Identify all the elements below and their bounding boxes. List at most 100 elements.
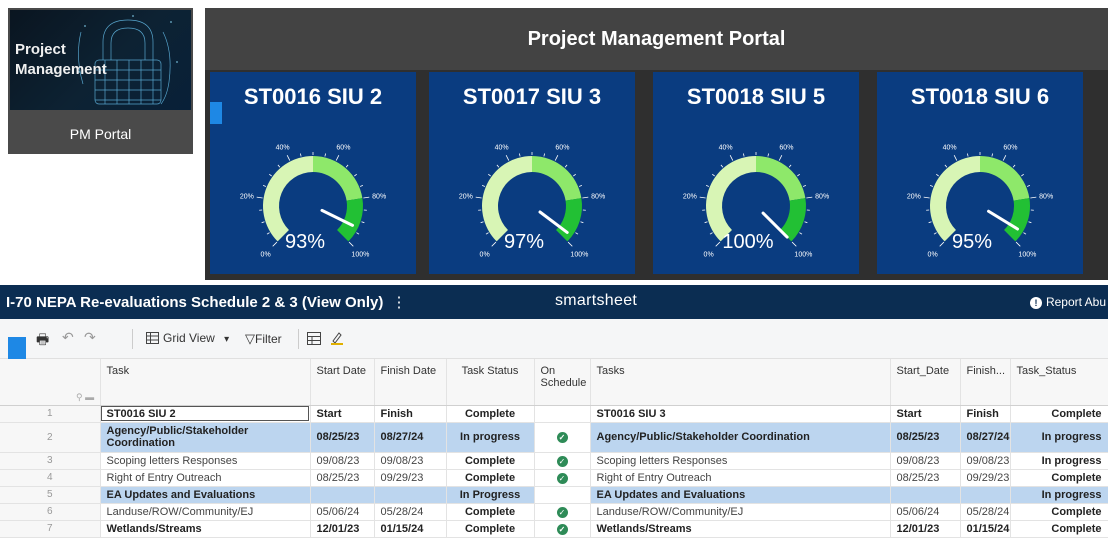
- start-date-cell[interactable]: 08/25/23: [310, 469, 375, 487]
- tasks-cell[interactable]: ST0016 SIU 3: [590, 405, 891, 423]
- pm-portal-label[interactable]: PM Portal: [8, 126, 193, 142]
- table-row[interactable]: 7 Wetlands/Streams 12/01/23 01/15/24 Complet…: [0, 520, 1108, 538]
- start-date-2-cell[interactable]: [890, 486, 961, 504]
- finish-date-cell[interactable]: 08/27/24: [374, 422, 447, 453]
- task-status-cell[interactable]: Complete: [446, 503, 535, 521]
- finish-date-cell[interactable]: 01/15/24: [374, 520, 447, 538]
- highlight-pencil-icon[interactable]: [330, 331, 344, 345]
- task-status-2-cell[interactable]: Complete: [1010, 520, 1108, 538]
- finish-date-cell[interactable]: [374, 486, 447, 504]
- task-status-cell[interactable]: Complete: [446, 405, 535, 423]
- on-schedule-cell[interactable]: ✓: [534, 503, 591, 521]
- tasks-cell[interactable]: Agency/Public/Stakeholder Coordination: [590, 422, 891, 453]
- sheet-title[interactable]: I-70 NEPA Re-evaluations Schedule 2 & 3 …: [6, 293, 407, 311]
- on-schedule-cell[interactable]: [534, 486, 591, 504]
- task-cell[interactable]: Agency/Public/Stakeholder Coordination: [100, 422, 311, 453]
- finish-date-2-cell[interactable]: 08/27/24: [960, 422, 1011, 453]
- finish-date-2-cell[interactable]: 09/29/23: [960, 469, 1011, 487]
- grid-view-dropdown[interactable]: Grid View ▾: [146, 331, 229, 345]
- task-status-2-cell[interactable]: In progress: [1010, 452, 1108, 470]
- tasks-cell[interactable]: Scoping letters Responses: [590, 452, 891, 470]
- column-header[interactable]: Finish...: [960, 359, 1011, 406]
- gauge-tile[interactable]: ST0018 SIU 6 0% 20% 40% 60% 80% 100% 95%: [877, 72, 1083, 274]
- on-schedule-cell[interactable]: ✓: [534, 520, 591, 538]
- task-cell[interactable]: EA Updates and Evaluations: [100, 486, 311, 504]
- finish-date-2-cell[interactable]: Finish: [960, 405, 1011, 423]
- finish-date-2-cell[interactable]: [960, 486, 1011, 504]
- on-schedule-cell[interactable]: ✓: [534, 469, 591, 487]
- task-cell[interactable]: Scoping letters Responses: [100, 452, 311, 470]
- side-panel-tab[interactable]: [8, 337, 26, 359]
- start-date-2-cell[interactable]: 09/08/23: [890, 452, 961, 470]
- start-date-cell[interactable]: 09/08/23: [310, 452, 375, 470]
- task-status-2-cell[interactable]: In progress: [1010, 486, 1108, 504]
- row-number[interactable]: 6: [0, 503, 101, 521]
- task-status-2-cell[interactable]: Complete: [1010, 405, 1108, 423]
- row-number[interactable]: 3: [0, 452, 101, 470]
- start-date-2-cell[interactable]: 08/25/23: [890, 469, 961, 487]
- row-number[interactable]: 5: [0, 486, 101, 504]
- column-header[interactable]: Finish Date: [374, 359, 447, 406]
- row-number[interactable]: 1: [0, 405, 101, 423]
- task-status-2-cell[interactable]: In progress: [1010, 422, 1108, 453]
- task-status-cell[interactable]: In Progress: [446, 486, 535, 504]
- start-date-2-cell[interactable]: 08/25/23: [890, 422, 961, 453]
- gauge-tile[interactable]: ST0017 SIU 3 0% 20% 40% 60% 80% 100% 97%: [429, 72, 635, 274]
- column-header[interactable]: Tasks: [590, 359, 891, 406]
- task-status-cell[interactable]: Complete: [446, 452, 535, 470]
- row-number[interactable]: 2: [0, 422, 101, 453]
- kebab-menu-icon[interactable]: ⋮: [392, 294, 407, 311]
- gauge-tile[interactable]: ST0018 SIU 5 0% 20% 40% 60% 80% 100% 100%: [653, 72, 859, 274]
- tasks-cell[interactable]: Wetlands/Streams: [590, 520, 891, 538]
- table-row[interactable]: 4 Right of Entry Outreach 08/25/23 09/29/23…: [0, 469, 1108, 487]
- finish-date-2-cell[interactable]: 01/15/24: [960, 520, 1011, 538]
- finish-date-cell[interactable]: 09/29/23: [374, 469, 447, 487]
- on-schedule-cell[interactable]: [534, 405, 591, 423]
- start-date-cell[interactable]: 08/25/23: [310, 422, 375, 453]
- finish-date-2-cell[interactable]: 09/08/23: [960, 452, 1011, 470]
- start-date-2-cell[interactable]: 05/06/24: [890, 503, 961, 521]
- gauge-tile[interactable]: ST0016 SIU 2 0% 20% 40% 60% 80% 100% 93%: [210, 72, 416, 274]
- finish-date-cell[interactable]: Finish: [374, 405, 447, 423]
- undo-icon[interactable]: ↶: [62, 329, 74, 346]
- column-header[interactable]: Task_Status: [1010, 359, 1108, 406]
- task-status-cell[interactable]: In progress: [446, 422, 535, 453]
- task-cell[interactable]: Right of Entry Outreach: [100, 469, 311, 487]
- task-status-2-cell[interactable]: Complete: [1010, 503, 1108, 521]
- tasks-cell[interactable]: Right of Entry Outreach: [590, 469, 891, 487]
- task-cell[interactable]: ST0016 SIU 2: [100, 405, 311, 423]
- task-cell[interactable]: Wetlands/Streams: [100, 520, 311, 538]
- table-row[interactable]: 6 Landuse/ROW/Community/EJ 05/06/24 05/28/2…: [0, 503, 1108, 521]
- table-row[interactable]: 5 EA Updates and Evaluations In Progress EA…: [0, 486, 1108, 504]
- table-row[interactable]: 1 ST0016 SIU 2 Start Finish Complete ST0016 S…: [0, 405, 1108, 423]
- finish-date-cell[interactable]: 05/28/24: [374, 503, 447, 521]
- table-row[interactable]: 2 Agency/Public/Stakeholder Coordination 0…: [0, 422, 1108, 453]
- task-status-cell[interactable]: Complete: [446, 469, 535, 487]
- start-date-2-cell[interactable]: 12/01/23: [890, 520, 961, 538]
- start-date-2-cell[interactable]: Start: [890, 405, 961, 423]
- on-schedule-cell[interactable]: ✓: [534, 422, 591, 453]
- table-row[interactable]: 3 Scoping letters Responses 09/08/23 09/08/…: [0, 452, 1108, 470]
- start-date-cell[interactable]: 05/06/24: [310, 503, 375, 521]
- column-header[interactable]: Task Status: [446, 359, 535, 406]
- redo-icon[interactable]: ↷: [84, 329, 96, 346]
- pm-portal-tile[interactable]: Project Management PM Portal: [8, 8, 193, 154]
- filter-button[interactable]: ▽Filter: [245, 331, 282, 347]
- row-number[interactable]: 4: [0, 469, 101, 487]
- task-status-cell[interactable]: Complete: [446, 520, 535, 538]
- row-number[interactable]: 7: [0, 520, 101, 538]
- on-schedule-cell[interactable]: ✓: [534, 452, 591, 470]
- task-cell[interactable]: Landuse/ROW/Community/EJ: [100, 503, 311, 521]
- column-header[interactable]: Task: [100, 359, 311, 406]
- panel-tab[interactable]: [210, 102, 222, 124]
- column-header[interactable]: Start Date: [310, 359, 375, 406]
- finish-date-cell[interactable]: 09/08/23: [374, 452, 447, 470]
- start-date-cell[interactable]: [310, 486, 375, 504]
- start-date-cell[interactable]: Start: [310, 405, 375, 423]
- finish-date-2-cell[interactable]: 05/28/24: [960, 503, 1011, 521]
- column-header[interactable]: Start_Date: [890, 359, 961, 406]
- tasks-cell[interactable]: Landuse/ROW/Community/EJ: [590, 503, 891, 521]
- card-view-icon[interactable]: [307, 332, 321, 345]
- task-status-2-cell[interactable]: Complete: [1010, 469, 1108, 487]
- report-abuse-link[interactable]: ! Report Abu: [1029, 295, 1106, 309]
